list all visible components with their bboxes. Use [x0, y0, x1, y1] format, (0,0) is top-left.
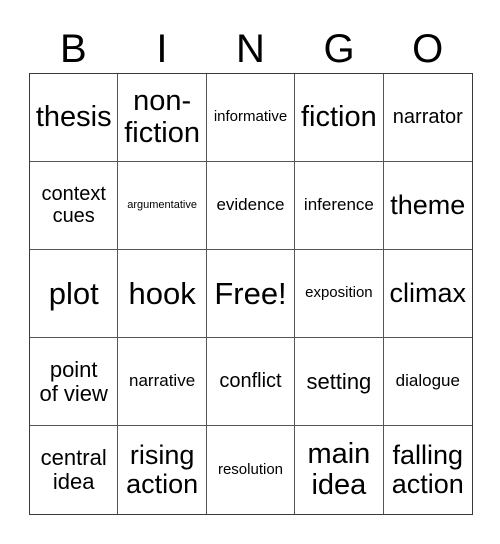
bingo-cell[interactable]: rising action — [118, 426, 207, 514]
bingo-cell[interactable]: narrative — [118, 338, 207, 426]
bingo-cell[interactable]: inference — [295, 162, 384, 250]
bingo-cell[interactable]: hook — [118, 250, 207, 338]
bingo-cell[interactable]: climax — [383, 250, 472, 338]
bingo-cell[interactable]: plot — [30, 250, 119, 338]
header-letter-b: B — [59, 27, 87, 71]
bingo-cell[interactable]: informative — [206, 74, 296, 162]
bingo-cell[interactable]: fiction — [295, 74, 384, 162]
bingo-cell[interactable]: main idea — [295, 426, 384, 514]
bingo-cell[interactable]: theme — [383, 162, 472, 250]
bingo-header: B I N G O — [29, 24, 472, 74]
header-letter-o: O — [412, 27, 444, 71]
bingo-cell[interactable]: setting — [295, 338, 384, 426]
bingo-cell[interactable]: thesis — [30, 74, 119, 162]
bingo-cell[interactable]: exposition — [295, 250, 384, 338]
bingo-cell[interactable]: narrator — [383, 74, 472, 162]
bingo-grid: thesis non- fiction informative fiction … — [29, 73, 473, 515]
free-space[interactable]: Free! — [206, 250, 296, 338]
bingo-cell[interactable]: point of view — [30, 338, 119, 426]
bingo-cell[interactable]: non- fiction — [118, 74, 207, 162]
bingo-cell[interactable]: resolution — [207, 426, 296, 514]
bingo-cell[interactable]: central idea — [30, 426, 119, 514]
bingo-cell[interactable]: conflict — [206, 338, 296, 426]
header-letter-g: G — [323, 27, 355, 71]
bingo-cell[interactable]: context cues — [30, 162, 119, 250]
bingo-cell[interactable]: evidence — [206, 162, 296, 250]
bingo-cell[interactable]: falling action — [384, 426, 472, 514]
bingo-cell[interactable]: dialogue — [383, 338, 472, 426]
bingo-cell[interactable]: argumentative — [118, 162, 207, 250]
header-letter-i: I — [156, 27, 168, 71]
header-letter-n: N — [236, 27, 265, 71]
